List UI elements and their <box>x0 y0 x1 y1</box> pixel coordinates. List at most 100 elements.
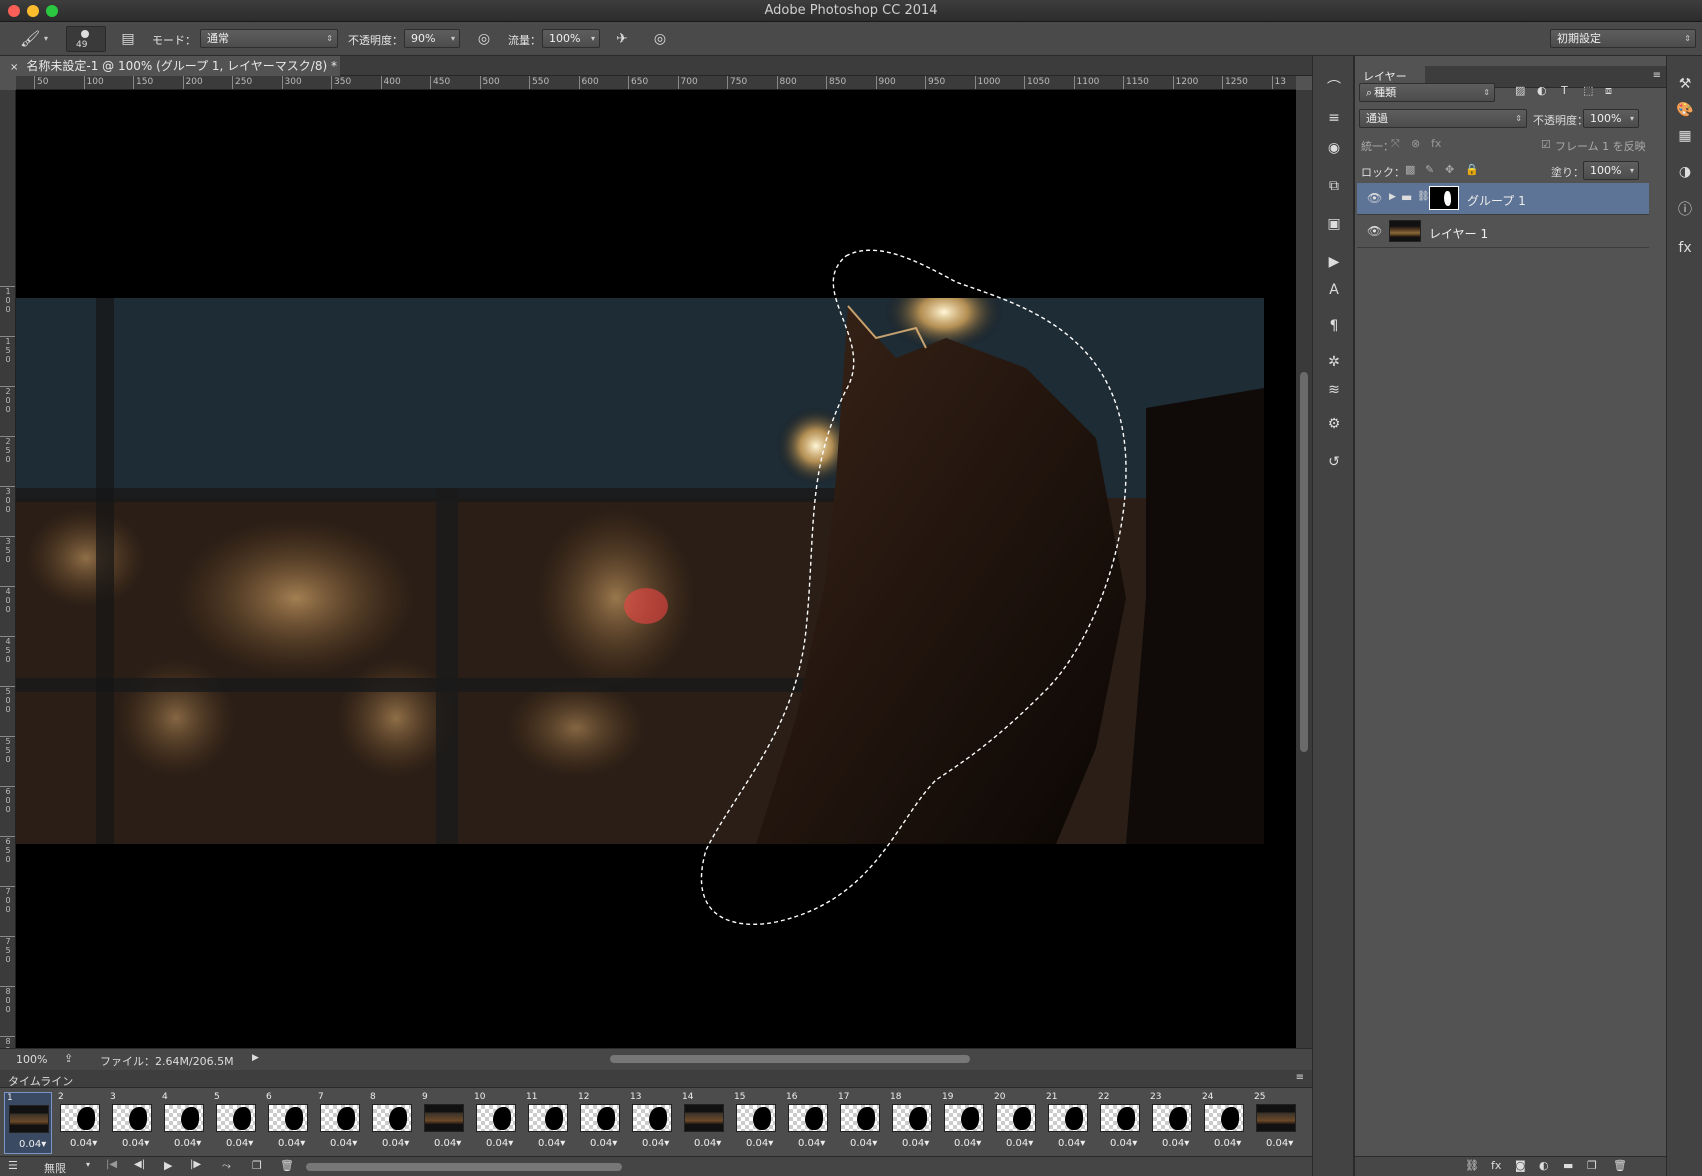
tool-presets-icon[interactable]: ⚙ <box>1322 412 1346 436</box>
frame-delay[interactable]: 0.04▾ <box>954 1138 981 1149</box>
unify-visibility-icon[interactable]: ⊗ <box>1411 137 1420 150</box>
timeline-frame[interactable]: 13 0.04▾ <box>628 1092 676 1154</box>
paragraph-icon[interactable]: ¶ <box>1322 314 1346 338</box>
fill-input[interactable]: 100% ▾ <box>1583 161 1639 180</box>
timeline-frame[interactable]: 15 0.04▾ <box>732 1092 780 1154</box>
brushes-icon[interactable]: ≋ <box>1322 378 1346 402</box>
tools-icon[interactable]: ⚒ <box>1673 72 1697 96</box>
swatches-icon[interactable]: ▦ <box>1673 124 1697 148</box>
add-style-icon[interactable]: fx <box>1491 1159 1501 1172</box>
frame-delay[interactable]: 0.04▾ <box>226 1138 253 1149</box>
timeline-frame[interactable]: 16 0.04▾ <box>784 1092 832 1154</box>
timeline-frame[interactable]: 21 0.04▾ <box>1044 1092 1092 1154</box>
layer-row-layer-1[interactable]: 👁 レイヤー 1 <box>1357 216 1649 248</box>
timeline-frame[interactable]: 23 0.04▾ <box>1148 1092 1196 1154</box>
timeline-frame[interactable]: 22 0.04▾ <box>1096 1092 1144 1154</box>
pressure-opacity-icon[interactable]: ◎ <box>474 29 494 49</box>
frame-delay[interactable]: 0.04▾ <box>590 1138 617 1149</box>
lock-image-icon[interactable]: ✎ <box>1425 163 1434 176</box>
filter-type-icon[interactable]: T <box>1561 84 1568 97</box>
frame-delay[interactable]: 0.04▾ <box>902 1138 929 1149</box>
layer-style-icon[interactable]: fx <box>1673 236 1697 260</box>
delete-layer-icon[interactable]: 🗑 <box>1613 1159 1627 1172</box>
loop-arrow-icon[interactable]: ▾ <box>86 1160 90 1169</box>
frame-delay[interactable]: 0.04▾ <box>694 1138 721 1149</box>
timeline-frame[interactable]: 2 0.04▾ <box>56 1092 104 1154</box>
color-palette-icon[interactable]: 🎨 <box>1673 98 1697 122</box>
share-icon[interactable]: ⇪ <box>64 1052 73 1065</box>
new-adjustment-icon[interactable]: ◐ <box>1539 1159 1549 1172</box>
play-icon[interactable]: ▶ <box>164 1159 172 1172</box>
layer-mask-thumbnail[interactable] <box>1429 186 1459 210</box>
actions-play-icon[interactable]: ▶ <box>1322 250 1346 274</box>
convert-timeline-icon[interactable]: ☰ <box>8 1159 18 1172</box>
close-window-button[interactable] <box>8 5 20 17</box>
notes-icon[interactable]: ▣ <box>1322 212 1346 236</box>
timeline-frame[interactable]: 3 0.04▾ <box>108 1092 156 1154</box>
paths-icon[interactable]: ⌒ <box>1322 76 1346 100</box>
frame-delay[interactable]: 0.04▾ <box>1058 1138 1085 1149</box>
filter-smart-object-icon[interactable]: ⧈ <box>1605 84 1612 98</box>
previous-frame-icon[interactable]: ◀| <box>134 1159 145 1170</box>
tool-preset-arrow-icon[interactable]: ▾ <box>44 34 48 43</box>
loop-select[interactable]: 無限 <box>44 1160 66 1176</box>
timeline-frame[interactable]: 6 0.04▾ <box>264 1092 312 1154</box>
unify-style-icon[interactable]: fx <box>1431 137 1441 150</box>
vertical-ruler[interactable]: 1 0 0 1 5 0 2 0 0 2 5 0 3 0 0 3 5 0 4 0 0 4 5 0… <box>0 90 16 1056</box>
timeline-frame[interactable]: 14 0.04▾ <box>680 1092 728 1154</box>
visibility-eye-icon[interactable]: 👁 <box>1367 224 1382 238</box>
delete-frame-icon[interactable]: 🗑 <box>280 1159 294 1172</box>
timeline-frame[interactable]: 7 0.04▾ <box>316 1092 364 1154</box>
brush-tool-icon[interactable]: 🖌 <box>20 29 40 49</box>
timeline-frame[interactable]: 9 0.04▾ <box>420 1092 468 1154</box>
timeline-frame[interactable]: 18 0.04▾ <box>888 1092 936 1154</box>
panel-menu-icon[interactable]: ≡ <box>1296 1072 1304 1083</box>
frame-delay[interactable]: 0.04▾ <box>1266 1138 1293 1149</box>
vertical-scrollbar[interactable] <box>1296 90 1312 1056</box>
adjustments-icon[interactable]: ≡ <box>1322 106 1346 130</box>
horizontal-ruler[interactable]: 50 100 150 200 250 300 350 400 450 500 550 600 650 70… <box>16 76 1296 90</box>
blend-mode-select[interactable]: 通過 ⇕ <box>1359 109 1527 128</box>
duplicate-frame-icon[interactable]: ❐ <box>252 1159 262 1172</box>
mode-select[interactable]: 通常 ⇕ <box>200 29 338 48</box>
frame-delay[interactable]: 0.04▾ <box>174 1138 201 1149</box>
marching-ants-selection[interactable] <box>16 90 1296 1056</box>
frame-delay[interactable]: 0.04▾ <box>850 1138 877 1149</box>
frame-delay[interactable]: 0.04▾ <box>70 1138 97 1149</box>
frame-delay[interactable]: 0.04▾ <box>1162 1138 1189 1149</box>
filter-pixel-icon[interactable]: ▨ <box>1515 84 1525 97</box>
zoom-level[interactable]: 100% <box>16 1053 47 1066</box>
frame-delay[interactable]: 0.04▾ <box>19 1139 46 1150</box>
link-layers-icon[interactable]: ⛓ <box>1465 1159 1479 1172</box>
layer-opacity-input[interactable]: 100% ▾ <box>1583 109 1639 128</box>
frame-delay[interactable]: 0.04▾ <box>538 1138 565 1149</box>
minimize-window-button[interactable] <box>27 5 39 17</box>
pressure-size-icon[interactable]: ◎ <box>650 29 670 49</box>
timeline-frame[interactable]: 25 0.04▾ <box>1252 1092 1300 1154</box>
vertical-scroll-thumb[interactable] <box>1300 372 1308 752</box>
info-icon[interactable]: ⓘ <box>1673 198 1697 222</box>
frame-delay[interactable]: 0.04▾ <box>1110 1138 1137 1149</box>
expand-group-icon[interactable]: ▶ <box>1389 192 1396 202</box>
lock-transparent-icon[interactable]: ▩ <box>1405 163 1415 176</box>
timeline-frame[interactable]: 1 0.04▾ <box>4 1092 52 1154</box>
document-tab[interactable]: × 名称未設定-1 @ 100% (グループ 1, レイヤーマスク/8) * <box>0 56 340 76</box>
timeline-frame[interactable]: 5 0.04▾ <box>212 1092 260 1154</box>
new-layer-icon[interactable]: ❐ <box>1587 1159 1597 1172</box>
styles-icon[interactable]: ◑ <box>1673 160 1697 184</box>
add-mask-icon[interactable]: ◙ <box>1515 1159 1526 1172</box>
timeline-scroll-thumb[interactable] <box>306 1163 622 1171</box>
clone-source-icon[interactable]: ⧉ <box>1322 174 1346 198</box>
timeline-frame[interactable]: 19 0.04▾ <box>940 1092 988 1154</box>
unify-position-icon[interactable]: ⤧ <box>1391 137 1400 151</box>
filter-adjustment-icon[interactable]: ◐ <box>1537 84 1547 97</box>
first-frame-icon[interactable]: |◀ <box>106 1159 117 1170</box>
brush-panel-icon[interactable]: ▤ <box>118 29 138 49</box>
frame-delay[interactable]: 0.04▾ <box>798 1138 825 1149</box>
timeline-frame[interactable]: 10 0.04▾ <box>472 1092 520 1154</box>
propagate-checkbox[interactable]: ☑ <box>1541 138 1551 151</box>
brush-settings-icon[interactable]: ✲ <box>1322 350 1346 374</box>
layer-thumbnail[interactable] <box>1389 220 1421 242</box>
layer-row-group-1[interactable]: 👁 ▶ ▬ ⛓ グループ 1 <box>1357 183 1649 215</box>
timeline-frame[interactable]: 11 0.04▾ <box>524 1092 572 1154</box>
